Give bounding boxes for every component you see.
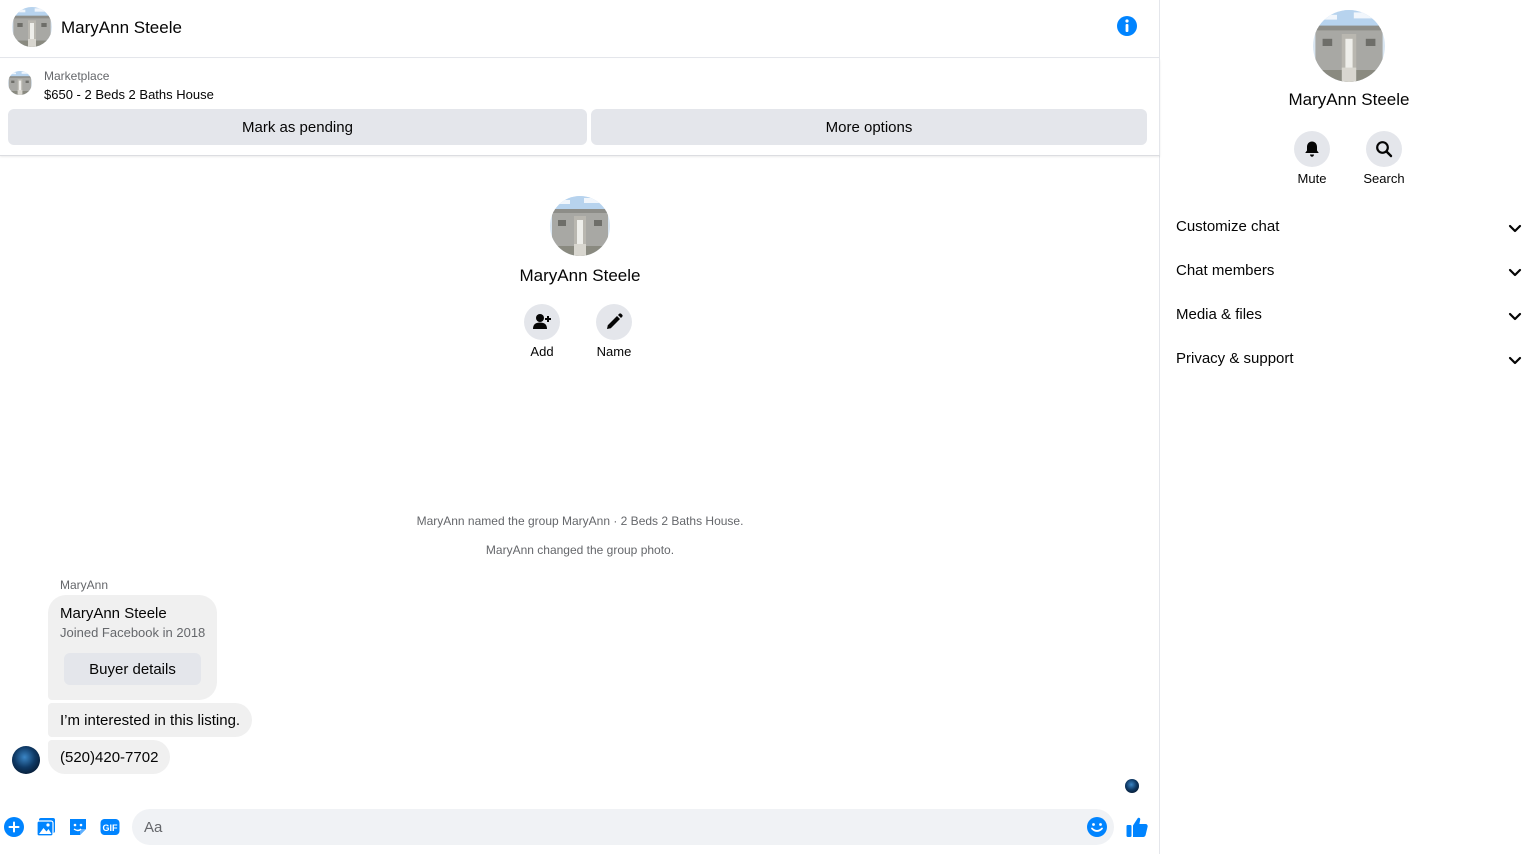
messenger-app: MaryAnn Steele Marketplace $650 - 2 Beds… bbox=[0, 0, 1529, 854]
sender-avatar[interactable] bbox=[12, 746, 40, 774]
system-message-rename: MaryAnn named the group MaryAnn · 2 Beds… bbox=[416, 514, 744, 528]
conversation-avatar[interactable] bbox=[12, 7, 52, 47]
read-receipt-avatar bbox=[1125, 779, 1139, 793]
emoji-icon[interactable] bbox=[1086, 816, 1108, 838]
conversation-title[interactable]: MaryAnn Steele bbox=[61, 18, 182, 38]
message-sender-name: MaryAnn bbox=[60, 578, 109, 592]
thumbs-up-icon[interactable] bbox=[1125, 815, 1149, 839]
mark-as-pending-button[interactable]: Mark as pending bbox=[8, 109, 587, 145]
add-person-icon bbox=[533, 314, 551, 329]
chat-members-section[interactable]: Chat members bbox=[1161, 251, 1529, 291]
section-label: Privacy & support bbox=[1176, 350, 1294, 367]
chat-main: MaryAnn Steele Marketplace $650 - 2 Beds… bbox=[0, 0, 1160, 854]
search-in-conversation-button[interactable] bbox=[1366, 131, 1402, 167]
message-input-box[interactable] bbox=[132, 809, 1114, 845]
conversation-intro: MaryAnn Steele Add Name bbox=[0, 196, 1160, 359]
conversation-details-panel: MaryAnn Steele Mute Search Customize cha… bbox=[1161, 0, 1529, 854]
chevron-down-icon bbox=[1507, 308, 1523, 324]
buyer-profile-card: MaryAnn Steele Joined Facebook in 2018 B… bbox=[48, 595, 217, 700]
chevron-down-icon bbox=[1507, 264, 1523, 280]
mute-label: Mute bbox=[1297, 171, 1327, 186]
plus-circle-icon[interactable] bbox=[3, 816, 25, 838]
listing-thumbnail[interactable] bbox=[8, 71, 32, 95]
marketplace-banner: Marketplace $650 - 2 Beds 2 Baths House … bbox=[0, 59, 1160, 156]
message-composer: GIF bbox=[0, 806, 1160, 850]
search-label: Search bbox=[1363, 171, 1405, 186]
message-input[interactable] bbox=[144, 809, 1074, 845]
info-icon[interactable] bbox=[1116, 15, 1138, 37]
buyer-name: MaryAnn Steele bbox=[60, 605, 167, 622]
buyer-details-button[interactable]: Buyer details bbox=[64, 653, 201, 685]
privacy-support-section[interactable]: Privacy & support bbox=[1161, 339, 1529, 379]
bell-icon bbox=[1305, 141, 1319, 157]
panel-avatar[interactable] bbox=[1313, 10, 1385, 82]
image-icon[interactable] bbox=[35, 816, 57, 838]
add-label: Add bbox=[530, 344, 554, 359]
intro-actions: Add Name bbox=[0, 304, 1160, 364]
more-options-button[interactable]: More options bbox=[591, 109, 1147, 145]
mute-button[interactable] bbox=[1294, 131, 1330, 167]
name-group-button[interactable] bbox=[596, 304, 632, 340]
search-icon bbox=[1376, 141, 1393, 158]
listing-title[interactable]: $650 - 2 Beds 2 Baths House bbox=[44, 87, 214, 102]
name-label: Name bbox=[596, 344, 632, 359]
message-bubble[interactable]: I’m interested in this listing. bbox=[48, 703, 253, 737]
intro-avatar[interactable] bbox=[550, 196, 610, 256]
section-label: Chat members bbox=[1176, 262, 1275, 279]
svg-text:GIF: GIF bbox=[103, 823, 119, 833]
customize-chat-section[interactable]: Customize chat bbox=[1161, 207, 1529, 247]
section-label: Customize chat bbox=[1176, 218, 1280, 235]
buyer-joined: Joined Facebook in 2018 bbox=[60, 625, 206, 640]
section-label: Media & files bbox=[1176, 306, 1262, 323]
chat-header: MaryAnn Steele bbox=[0, 0, 1160, 58]
gif-icon[interactable]: GIF bbox=[99, 816, 121, 838]
marketplace-label: Marketplace bbox=[44, 69, 110, 83]
system-message-photo: MaryAnn changed the group photo. bbox=[485, 543, 675, 557]
intro-name: MaryAnn Steele bbox=[519, 266, 641, 285]
chevron-down-icon bbox=[1507, 352, 1523, 368]
message-bubble[interactable]: (520)420-7702 bbox=[48, 740, 171, 774]
panel-name: MaryAnn Steele bbox=[1288, 90, 1410, 109]
chevron-down-icon bbox=[1507, 220, 1523, 236]
add-people-button[interactable] bbox=[524, 304, 560, 340]
media-files-section[interactable]: Media & files bbox=[1161, 295, 1529, 335]
pencil-icon bbox=[607, 313, 623, 329]
sticker-icon[interactable] bbox=[67, 816, 89, 838]
